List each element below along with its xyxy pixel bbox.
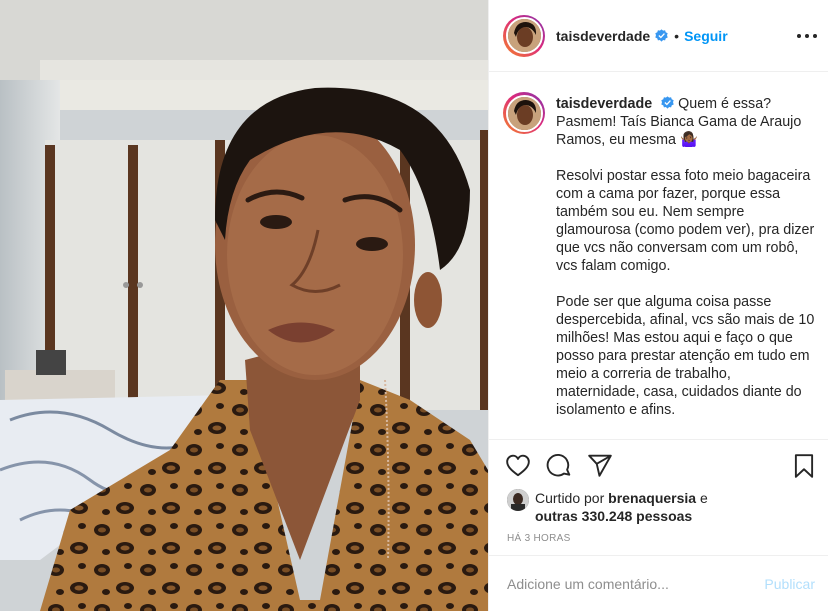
post-header: taisdeverdade • Seguir <box>489 0 828 72</box>
likes-count-link[interactable]: outras 330.248 pessoas <box>535 508 692 524</box>
action-bar <box>489 441 828 489</box>
likes-summary: Curtido por brenaquersia e outras 330.24… <box>507 489 817 525</box>
caption-text: taisdeverdade Quem é essa? Pasmem! Taís … <box>556 92 815 439</box>
avatar-image <box>505 17 543 54</box>
avatar[interactable] <box>503 14 545 57</box>
likes-conjunction: e <box>699 490 708 506</box>
post-timestamp[interactable]: HÁ 3 HORAS <box>507 533 571 544</box>
verified-badge-icon <box>655 29 668 42</box>
caption-paragraph-3: Pode ser que alguma coisa passe desperce… <box>556 294 815 418</box>
post-side-panel: taisdeverdade • Seguir taisdeverdade Que… <box>488 0 828 611</box>
caption-username[interactable]: taisdeverdade <box>556 96 652 112</box>
separator-dot: • <box>674 27 680 44</box>
paper-plane-icon[interactable] <box>587 453 613 479</box>
liker-avatar[interactable] <box>507 489 529 511</box>
comment-bar: Publicar <box>489 555 828 611</box>
heart-icon[interactable] <box>505 453 531 479</box>
comment-input[interactable] <box>507 575 765 592</box>
caption-section: taisdeverdade Quem é essa? Pasmem! Taís … <box>489 72 828 440</box>
post-photo[interactable] <box>0 0 488 611</box>
liker-username[interactable]: brenaquersia <box>608 490 696 506</box>
more-options-icon[interactable] <box>797 26 817 46</box>
publish-button[interactable]: Publicar <box>764 576 815 592</box>
bookmark-icon[interactable] <box>791 453 817 479</box>
verified-badge-icon <box>661 96 674 109</box>
comment-bubble-icon[interactable] <box>546 453 572 479</box>
caption-avatar[interactable] <box>503 92 545 134</box>
caption-avatar-image <box>505 94 543 132</box>
caption-paragraph-2: Resolvi postar essa foto meio bagaceira … <box>556 168 815 274</box>
likes-prefix: Curtido por <box>535 490 605 506</box>
header-username[interactable]: taisdeverdade <box>556 28 650 44</box>
follow-button[interactable]: Seguir <box>684 28 728 44</box>
